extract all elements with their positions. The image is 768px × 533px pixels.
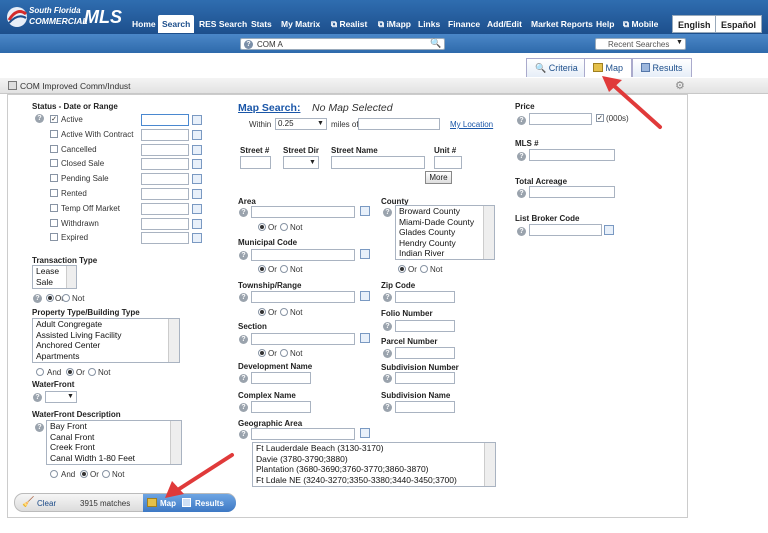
annotation-arrow-map-tab <box>602 76 662 129</box>
annotation-arrow-map-button <box>165 453 234 498</box>
annotation-arrows <box>165 76 662 498</box>
